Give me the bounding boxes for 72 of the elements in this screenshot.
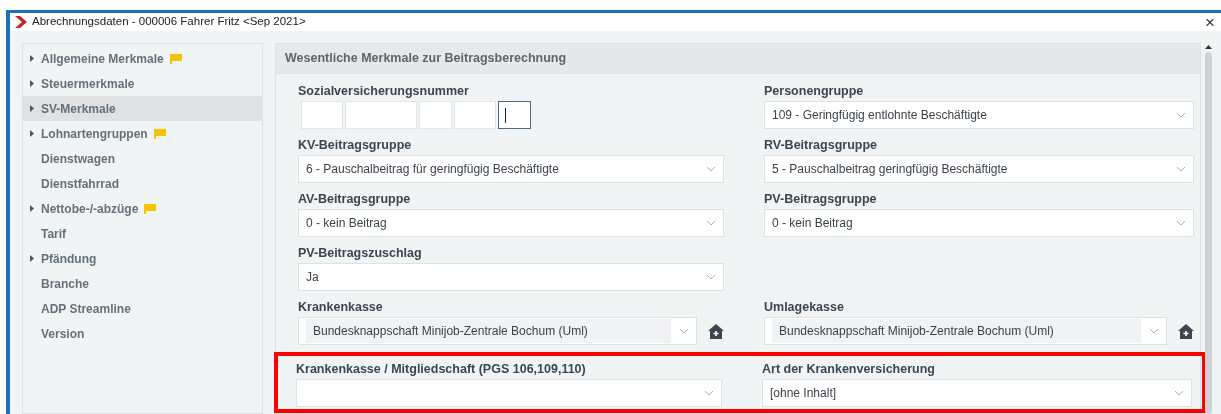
dropdown-field[interactable]: 5 - Pauschalbeitrag geringfügig Beschäftigte (764, 155, 1194, 183)
sidebar-item[interactable]: SV-Merkmale (23, 96, 262, 121)
field-label: KV-Beitragsgruppe (298, 137, 413, 154)
dropdown-value: [ohne Inhalt] (770, 385, 838, 402)
dropdown-field[interactable]: Ja (298, 263, 724, 291)
dropdown-field[interactable]: 0 - kein Beitrag (298, 209, 724, 237)
dropdown-field[interactable] (296, 379, 722, 407)
sidebar-item[interactable]: Tarif (23, 221, 262, 246)
chevron-down-icon (706, 220, 716, 226)
sidebar-label: Nettobe-/-abzüge (41, 200, 139, 218)
field-label: Krankenkasse (298, 299, 384, 316)
sidebar-item[interactable]: Allgemeine Merkmale (23, 46, 262, 71)
sidebar-label: Version (41, 325, 85, 343)
sidebar-item[interactable]: Dienstfahrrad (23, 171, 262, 196)
dropdown-value: 0 - kein Beitrag (306, 215, 388, 232)
sidebar-label: Allgemeine Merkmale (41, 50, 164, 68)
sidebar-label: Dienstwagen (41, 150, 115, 168)
house-plus-icon[interactable] (1178, 323, 1194, 339)
chevron-down-icon (1176, 220, 1186, 226)
window-title: Abrechnungsdaten - 000006 Fahrer Fritz <Sep 2021> (32, 14, 307, 30)
chevron-down-icon (679, 328, 689, 334)
chevron-down-icon (706, 166, 716, 172)
house-plus-icon[interactable] (708, 323, 724, 339)
sidebar-label: Tarif (41, 225, 67, 243)
field-label: RV-Beitragsgruppe (764, 137, 878, 154)
sidebar-item[interactable]: Dienstwagen (23, 146, 262, 171)
dropdown-value: 5 - Pauschalbeitrag geringfügig Beschäftigte (772, 161, 1009, 178)
sidebar-label: Dienstfahrrad (41, 175, 120, 193)
field-label: Art der Krankenversicherung (762, 361, 936, 378)
sidebar-label: SV-Merkmale (41, 100, 116, 118)
scroll-up-arrow-icon[interactable] (1204, 45, 1212, 49)
field-label: Umlagekasse (764, 299, 845, 316)
sidebar-item[interactable]: Lohnartengruppen (23, 121, 262, 146)
sidebar-label: Pfändung (41, 250, 97, 268)
sidebar-item[interactable]: Branche (23, 271, 262, 296)
close-button[interactable]: × (1205, 13, 1215, 31)
chevron-down-icon (706, 274, 716, 280)
field-label: AV-Beitragsgruppe (298, 191, 412, 208)
input-field[interactable] (498, 101, 531, 129)
dropdown-field[interactable]: 109 - Geringfügig entlohnte Beschäftigte (764, 101, 1194, 129)
field-label: Personengruppe (764, 83, 865, 100)
sidebar-label: ADP Streamline (41, 300, 131, 318)
dropdown-value: 109 - Geringfügig entlohnte Beschäftigte (772, 107, 988, 124)
sidebar-label: Branche (41, 275, 90, 293)
dropdown-field[interactable]: Bundesknappschaft Minijob-Zentrale Bochum (Uml) (764, 317, 1167, 345)
field-label: Sozialversicherungsnummer (298, 83, 470, 100)
dropdown-value: 0 - kein Beitrag (772, 215, 854, 232)
dropdown-value: Bundesknappschaft Minijob-Zentrale Bochum (Uml) (306, 319, 671, 343)
sidebar-label: Lohnartengruppen (41, 125, 148, 143)
chevron-down-icon (1149, 328, 1159, 334)
field-label: PV-Beitragszuschlag (298, 245, 423, 262)
chevron-down-icon (704, 390, 714, 396)
dropdown-value: 6 - Pauschalbeitrag für geringfügig Beschäftigte (306, 161, 560, 178)
sidebar-item[interactable]: Version (23, 321, 262, 346)
sidebar-item[interactable]: Steuermerkmale (23, 71, 262, 96)
chevron-down-icon (1174, 390, 1184, 396)
sidebar-label: Steuermerkmale (41, 75, 135, 93)
field-label: PV-Beitragsgruppe (764, 191, 878, 208)
sidebar-item[interactable]: Pfändung (23, 246, 262, 271)
dropdown-field[interactable]: 0 - kein Beitrag (764, 209, 1194, 237)
dropdown-value: Ja (306, 269, 320, 286)
dropdown-field[interactable]: [ohne Inhalt] (762, 379, 1192, 407)
panel-title: Wesentliche Merkmale zur Beitragsberechnung (285, 50, 567, 68)
sidebar-item[interactable]: ADP Streamline (23, 296, 262, 321)
dropdown-field[interactable]: Bundesknappschaft Minijob-Zentrale Bochum (Uml) (298, 317, 697, 345)
logo-icon (14, 15, 28, 29)
chevron-down-icon (1176, 166, 1186, 172)
dropdown-value: Bundesknappschaft Minijob-Zentrale Bochum (Uml) (772, 319, 1141, 343)
chevron-down-icon (1176, 112, 1186, 118)
sidebar-item[interactable]: Nettobe-/-abzüge (23, 196, 262, 221)
field-label: Krankenkasse / Mitgliedschaft (PGS 106,109,110) (296, 361, 587, 378)
dropdown-field[interactable]: 6 - Pauschalbeitrag für geringfügig Beschäftigte (298, 155, 724, 183)
